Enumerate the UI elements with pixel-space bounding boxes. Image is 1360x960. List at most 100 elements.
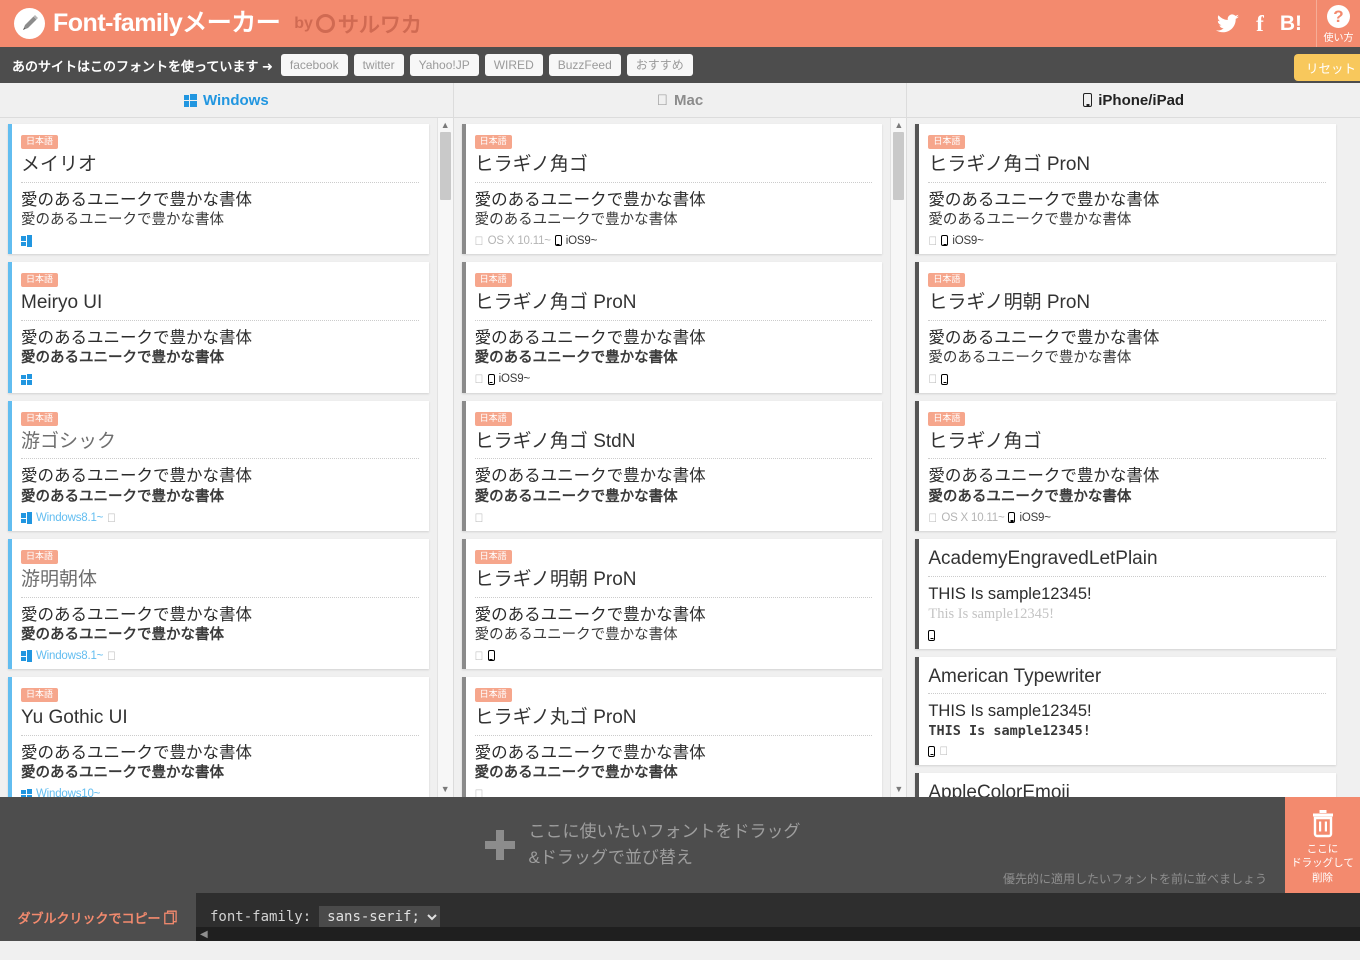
font-name: ヒラギノ角ゴ StdN <box>474 429 873 460</box>
sample-small: 愛のあるユニークで豊かな書体 <box>928 350 1132 367</box>
font-card[interactable]: AppleColorEmoji THIS Is sample12345! <box>915 772 1337 797</box>
scrollbar-thumb[interactable] <box>439 132 451 200</box>
sample-large: 愛のあるユニークで豊かな書体 <box>474 190 706 209</box>
trash-dropzone[interactable]: ここに ドラッグして 削除 <box>1285 797 1360 893</box>
code-horizontal-scrollbar[interactable]: ◀ <box>196 927 1360 941</box>
scroll-up-icon[interactable]: ▲ <box>441 118 450 133</box>
font-name: ヒラギノ丸ゴ ProN <box>474 705 873 736</box>
font-card[interactable]: 日本語 メイリオ 愛のあるユニークで豊かな書体 愛のあるユニークで豊かな書体 <box>8 124 429 255</box>
brand-name: サルワカ <box>337 13 422 37</box>
scrollbar-thumb[interactable] <box>893 132 905 200</box>
os-support-row: Windows8.1~  <box>21 510 419 525</box>
trash-label: ここに ドラッグして 削除 <box>1291 842 1354 885</box>
sample-large: 愛のあるユニークで豊かな書体 <box>21 605 252 624</box>
site-filter-bar: あのサイトはこのフォントを使っています ➜ facebook twitter Y… <box>0 47 1360 83</box>
font-name: ヒラギノ明朝 ProN <box>928 290 1327 321</box>
language-badge: 日本語 <box>928 273 966 288</box>
site-chip-osusume[interactable]: おすすめ <box>626 53 693 77</box>
scrollbar-track[interactable] <box>1346 132 1358 783</box>
scrollbar-mac[interactable]: ▲ ▼ <box>890 118 907 797</box>
scroll-up-icon[interactable]: ▲ <box>894 118 903 133</box>
sample-large: 愛のあるユニークで豊かな書体 <box>21 743 252 762</box>
scroll-left-icon[interactable]: ◀ <box>196 929 208 940</box>
font-card[interactable]: 日本語 游明朝体 愛のあるユニークで豊かな書体 愛のあるユニークで豊かな書体 W… <box>8 539 429 670</box>
sample-small: 愛のあるユニークで豊かな書体 <box>928 488 1132 505</box>
column-windows-scroll-area[interactable]: 日本語 メイリオ 愛のあるユニークで豊かな書体 愛のあるユニークで豊かな書体 日… <box>0 118 437 797</box>
font-card[interactable]: 日本語 ヒラギノ角ゴ 愛のあるユニークで豊かな書体 愛のあるユニークで豊かな書体… <box>461 124 883 255</box>
font-card[interactable]: 日本語 ヒラギノ角ゴ 愛のあるユニークで豊かな書体 愛のあるユニークで豊かな書体… <box>915 400 1337 532</box>
sample-small: 愛のあるユニークで豊かな書体 <box>928 211 1132 228</box>
os-version-label: OS X 10.11~ <box>932 511 1004 524</box>
facebook-icon[interactable]: f <box>1256 11 1264 37</box>
sample-small: 愛のあるユニークで豊かな書体 <box>21 765 224 782</box>
os-support-row: Windows8.1~  <box>21 648 419 663</box>
font-card[interactable]: 日本語 ヒラギノ角ゴ ProN 愛のあるユニークで豊かな書体 愛のあるユニークで… <box>915 124 1337 255</box>
dropzone-inner[interactable]: ここに使いたいフォントをドラッグ &ドラッグで並び替え 優先的に適用したいフォン… <box>0 797 1285 893</box>
apple-icon:  <box>107 512 116 524</box>
social-links: f B! <box>1216 11 1316 37</box>
site-chip-facebook[interactable]: facebook <box>280 53 348 77</box>
font-card[interactable]: 日本語 ヒラギノ明朝 ProN 愛のあるユニークで豊かな書体 愛のあるユニークで… <box>915 262 1337 393</box>
font-card[interactable]: AcademyEngravedLetPlain THIS Is sample12… <box>915 539 1337 649</box>
os-version-label: Windows8.1~ <box>36 511 104 524</box>
sample-small: 愛のあるユニークで豊かな書体 <box>21 350 224 367</box>
os-support-row:  OS X 10.11~ iOS9~ <box>475 233 873 248</box>
sample-small: 愛のあるユニークで豊かな書体 <box>474 626 678 643</box>
site-chip-yahoojp[interactable]: Yahoo!JP <box>409 53 479 77</box>
hatena-bookmark-icon[interactable]: B! <box>1280 12 1302 36</box>
iphone-icon <box>487 373 495 385</box>
column-header-label: Mac <box>668 91 703 109</box>
language-badge: 日本語 <box>474 411 512 426</box>
header-right-group: f B! ? 使い方 <box>1216 0 1360 47</box>
column-header-iphone-ipad[interactable]: iPhone/iPad <box>907 83 1360 117</box>
column-iphone-ipad: 日本語 ヒラギノ角ゴ ProN 愛のあるユニークで豊かな書体 愛のあるユニークで… <box>907 118 1360 797</box>
sample-small: 愛のあるユニークで豊かな書体 <box>21 211 224 228</box>
language-badge: 日本語 <box>928 135 966 149</box>
site-chip-twitter[interactable]: twitter <box>353 53 404 77</box>
dropzone-text-line1: ここに使いたいフォントをドラッグ <box>528 821 801 841</box>
font-card[interactable]: 日本語 Yu Gothic UI 愛のあるユニークで豊かな書体 愛のあるユニーク… <box>8 677 429 797</box>
column-mac-scroll-area[interactable]: 日本語 ヒラギノ角ゴ 愛のあるユニークで豊かな書体 愛のあるユニークで豊かな書体… <box>454 118 891 797</box>
scrollbar-iphone-ipad[interactable] <box>1344 118 1360 797</box>
sample-small: 愛のあるユニークで豊かな書体 <box>474 211 678 228</box>
column-iphone-ipad-scroll-area[interactable]: 日本語 ヒラギノ角ゴ ProN 愛のあるユニークで豊かな書体 愛のあるユニークで… <box>907 118 1344 797</box>
twitter-icon[interactable] <box>1216 13 1240 34</box>
copy-hint-button[interactable]: ダブルクリックでコピー <box>0 893 196 941</box>
reset-button[interactable]: リセット <box>1293 54 1360 81</box>
language-badge: 日本語 <box>928 411 966 426</box>
os-support-row:  <box>475 510 873 525</box>
site-chip-list: facebook twitter Yahoo!JP WIRED BuzzFeed… <box>280 53 693 77</box>
site-filter-label: あのサイトはこのフォントを使っています ➜ <box>12 58 273 74</box>
site-chip-buzzfeed[interactable]: BuzzFeed <box>548 53 621 77</box>
font-name: AcademyEngravedLetPlain <box>928 546 1327 577</box>
font-card[interactable]: 日本語 ヒラギノ明朝 ProN 愛のあるユニークで豊かな書体 愛のあるユニークで… <box>461 539 883 670</box>
css-output-area[interactable]: font-family: sans-serif;serif;monospace;… <box>196 893 1360 941</box>
site-chip-wired[interactable]: WIRED <box>484 53 543 77</box>
scrollbar-track[interactable] <box>893 132 905 783</box>
column-header-windows[interactable]: Windows <box>0 83 454 117</box>
dropzone-text: ここに使いたいフォントをドラッグ &ドラッグで並び替え <box>529 819 801 872</box>
font-dropzone[interactable]: ここに使いたいフォントをドラッグ &ドラッグで並び替え 優先的に適用したいフォン… <box>0 797 1360 893</box>
font-card[interactable]: 日本語 Meiryo UI 愛のあるユニークで豊かな書体 愛のあるユニークで豊か… <box>8 262 429 393</box>
font-card[interactable]: 日本語 游ゴシック 愛のあるユニークで豊かな書体 愛のあるユニークで豊かな書体 … <box>8 400 429 532</box>
os-support-row:  OS X 10.11~ iOS9~ <box>928 510 1326 525</box>
os-version-label: iOS9~ <box>943 234 983 247</box>
font-card[interactable]: 日本語 ヒラギノ角ゴ StdN 愛のあるユニークで豊かな書体 愛のあるユニークで… <box>461 400 883 532</box>
scrollbar-track[interactable] <box>439 132 451 783</box>
font-card[interactable]: American Typewriter THIS Is sample12345!… <box>915 656 1337 765</box>
font-name: Yu Gothic UI <box>21 705 419 736</box>
apple-icon:  <box>928 512 937 524</box>
font-card[interactable]: 日本語 ヒラギノ角ゴ ProN 愛のあるユニークで豊かな書体 愛のあるユニークで… <box>461 262 883 393</box>
apple-icon:  <box>928 373 937 385</box>
font-family-select[interactable]: sans-serif;serif;monospace; <box>319 906 441 928</box>
column-header-row: Windows  Mac iPhone/iPad <box>0 83 1360 118</box>
os-support-row:  iOS9~ <box>475 372 873 387</box>
scroll-down-icon[interactable]: ▼ <box>441 782 450 797</box>
scroll-down-icon[interactable]: ▼ <box>894 782 903 797</box>
font-name: ヒラギノ角ゴ <box>474 152 873 183</box>
scrollbar-windows[interactable]: ▲ ▼ <box>436 118 453 797</box>
column-header-mac[interactable]:  Mac <box>454 83 908 117</box>
font-card[interactable]: 日本語 ヒラギノ丸ゴ ProN 愛のあるユニークで豊かな書体 愛のあるユニークで… <box>461 677 883 797</box>
sample-small: 愛のあるユニークで豊かな書体 <box>474 765 678 782</box>
help-button[interactable]: ? 使い方 <box>1316 0 1360 47</box>
